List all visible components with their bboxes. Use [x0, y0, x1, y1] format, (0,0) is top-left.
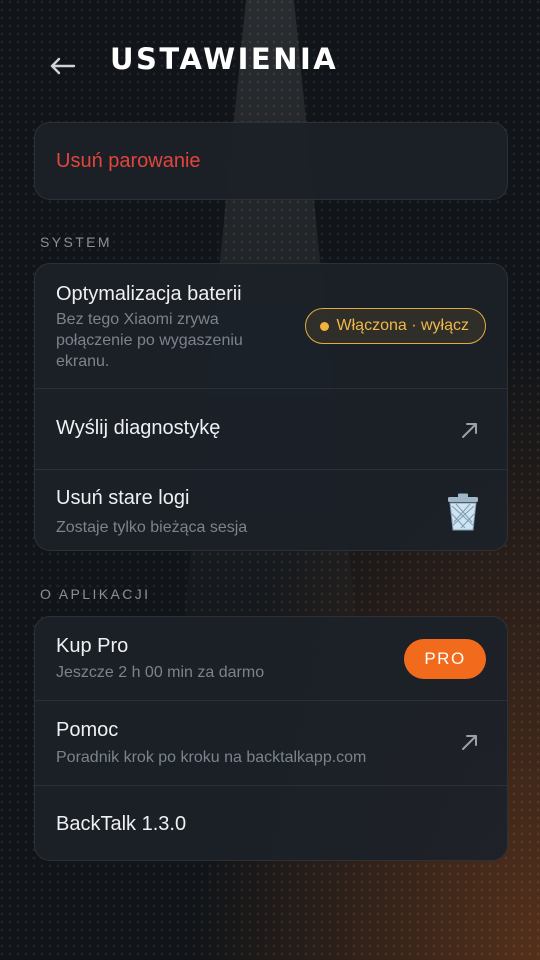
battery-optimization-toggle[interactable]: Włączona · wyłącz: [304, 308, 486, 344]
battery-description-line: Bez tego Xiaomi zrywa: [56, 311, 219, 328]
delete-logs-title: Usuń stare logi: [56, 487, 190, 509]
buy-pro-title: Kup Pro: [56, 635, 129, 657]
battery-optimization-title: Optymalizacja baterii: [56, 283, 242, 305]
external-link-icon: [462, 423, 477, 438]
version-row: BackTalk 1.3.0: [35, 785, 507, 860]
back-button[interactable]: [44, 48, 80, 84]
pro-badge-button[interactable]: PRO: [404, 639, 486, 679]
section-label-about: O APLIKACJI: [40, 586, 151, 602]
status-dot-icon: [319, 321, 329, 331]
help-subtitle: Poradnik krok po kroku na backtalkapp.co…: [56, 749, 367, 766]
section-label-system: SYSTEM: [40, 234, 112, 250]
trash-icon[interactable]: [445, 492, 481, 532]
battery-status-label: Włączona · wyłącz: [336, 317, 469, 334]
buy-pro-row[interactable]: Kup Pro Jeszcze 2 h 00 min za darmo PRO: [35, 617, 507, 700]
send-diagnostics-title: Wyślij diagnostykę: [56, 417, 221, 439]
battery-optimization-row[interactable]: Optymalizacja baterii Bez tego Xiaomi zr…: [35, 264, 507, 388]
unpair-label: Usuń parowanie: [56, 150, 201, 172]
trial-remaining-subtitle: Jeszcze 2 h 00 min za darmo: [56, 664, 265, 681]
battery-description-line: ekranu.: [56, 353, 110, 370]
send-diagnostics-row[interactable]: Wyślij diagnostykę: [35, 388, 507, 469]
external-link-icon: [462, 735, 477, 750]
delete-logs-subtitle: Zostaje tylko bieżąca sesja: [56, 519, 248, 536]
help-row[interactable]: Pomoc Poradnik krok po kroku na backtalk…: [35, 700, 507, 785]
arrow-left-icon: [50, 57, 76, 75]
app-version-label: BackTalk 1.3.0: [56, 813, 187, 835]
help-title: Pomoc: [56, 719, 119, 741]
battery-description-line: połączenie po wygaszeniu: [56, 332, 243, 349]
about-card: Kup Pro Jeszcze 2 h 00 min za darmo PRO …: [34, 616, 508, 861]
battery-optimization-description: Bez tego Xiaomi zrywa połączenie po wyga…: [56, 309, 286, 372]
system-card: Optymalizacja baterii Bez tego Xiaomi zr…: [34, 263, 508, 551]
app-header: USTAWIENIA: [0, 0, 540, 120]
delete-old-logs-row[interactable]: Usuń stare logi Zostaje tylko bieżąca se…: [35, 469, 507, 550]
page-title: USTAWIENIA: [110, 42, 339, 76]
unpair-row[interactable]: Usuń parowanie: [35, 123, 507, 199]
pairing-card: Usuń parowanie: [34, 122, 508, 200]
